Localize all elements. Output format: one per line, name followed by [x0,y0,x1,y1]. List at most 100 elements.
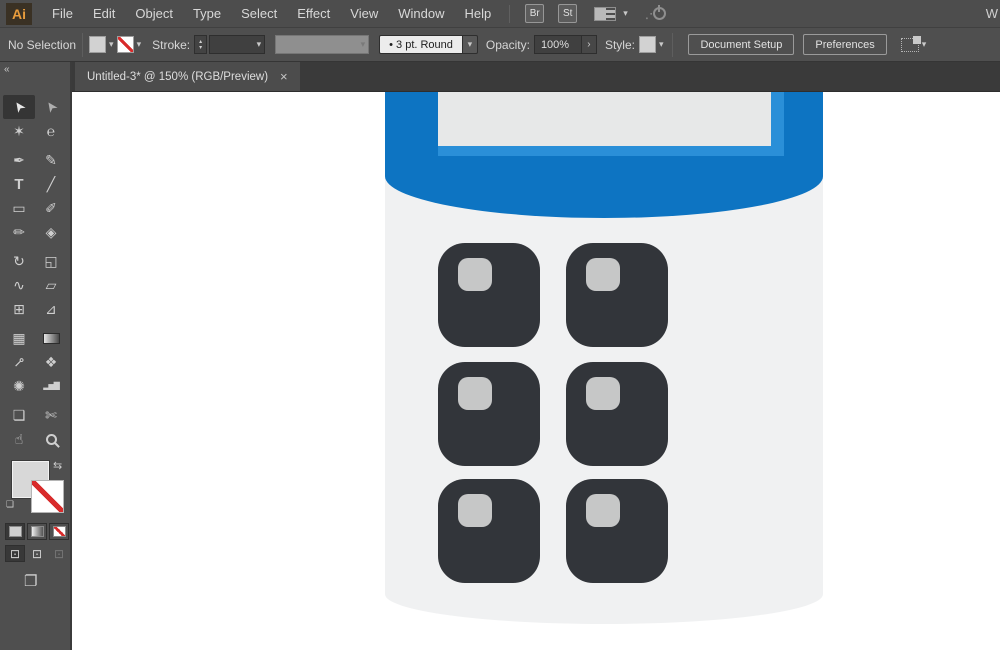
keypad-button[interactable] [438,479,540,583]
rotate-tool[interactable]: ↻ [3,249,35,273]
curvature-tool[interactable]: ✎ [35,148,67,172]
scale-tool[interactable]: ◱ [35,249,67,273]
keypad-button[interactable] [566,243,668,347]
fill-chevron-icon[interactable]: ▾ [106,39,117,50]
lasso-tool[interactable]: ℮ [35,119,67,143]
keypad-button-dot[interactable] [458,377,492,410]
menu-view[interactable]: View [340,0,388,28]
gradient-tool[interactable] [35,326,67,350]
chevron-down-icon[interactable]: ▾ [254,39,265,50]
rotate-icon: ↻ [13,253,25,269]
type-tool[interactable]: T [3,172,35,196]
brush-chevron-button[interactable]: ▾ [462,35,478,54]
close-icon[interactable]: × [280,69,288,84]
preferences-button[interactable]: Preferences [803,34,887,55]
gradient-button[interactable] [27,523,47,540]
menu-edit[interactable]: Edit [83,0,125,28]
brush-definition-dropdown[interactable]: • 3 pt. Round [379,35,463,54]
document-tab-title: Untitled-3* @ 150% (RGB/Preview) [87,70,269,83]
default-fill-stroke-icon[interactable]: ❏ [6,499,14,510]
align-panel-icon[interactable] [900,35,921,52]
keypad-button-dot[interactable] [586,494,620,527]
collapse-panel-icon[interactable]: « [4,64,10,75]
fill-color-swatch[interactable] [89,36,107,53]
selection-status: No Selection [8,37,77,52]
selection-tool[interactable]: ➤ [3,95,35,119]
menu-help[interactable]: Help [454,0,501,28]
artboard-tool[interactable]: ❏ [3,403,35,427]
opacity-input[interactable]: 100% [533,35,582,54]
zoom-tool[interactable] [35,427,67,451]
keypad-button-dot[interactable] [586,377,620,410]
width-profile-dropdown[interactable]: ▾ [275,35,370,54]
perspective-grid-tool[interactable]: ⊿ [35,297,67,321]
document-setup-button[interactable]: Document Setup [688,34,795,55]
keypad-button-dot[interactable] [586,258,620,291]
line-tool[interactable]: ╱ [35,172,67,196]
menu-select[interactable]: Select [231,0,287,28]
direct-selection-tool[interactable]: ➤ [35,95,67,119]
pencil-tool[interactable]: ✏ [3,220,35,244]
gradient-icon [30,526,44,537]
artboard-canvas[interactable] [72,92,1000,650]
style-chevron-icon[interactable]: ▾ [656,39,667,50]
slice-tool[interactable]: ✄ [35,403,67,427]
pencil-icon: ✏ [13,224,25,240]
menu-file[interactable]: File [42,0,83,28]
graph-tool[interactable]: ▂▅▇ [35,374,67,398]
style-swatch[interactable] [638,36,656,53]
none-icon [52,526,66,537]
width-tool[interactable]: ∿ [3,273,35,297]
menu-object[interactable]: Object [125,0,183,28]
chevron-down-icon[interactable]: ▾ [620,8,631,19]
color-mode-row [0,523,70,540]
stroke-weight-dropdown[interactable]: ▾ [209,35,266,54]
draw-normal-button[interactable]: ⊡ [5,545,25,562]
symbol-sprayer-tool[interactable]: ✺ [3,374,35,398]
blend-tool[interactable]: ❖ [35,350,67,374]
magic-wand-tool[interactable]: ✶ [3,119,35,143]
stock-button[interactable]: St [558,4,578,23]
stepper-down-icon[interactable]: ▾ [199,45,202,51]
keypad-button[interactable] [566,362,668,466]
stroke-indicator-swatch[interactable] [31,480,64,513]
none-button[interactable] [49,523,69,540]
blend-icon: ❖ [44,354,58,370]
free-transform-tool[interactable]: ▱ [35,273,67,297]
pen-tool[interactable]: ✒ [3,148,35,172]
rectangle-tool[interactable]: ▭ [3,196,35,220]
shape-builder-tool[interactable]: ⊞ [3,297,35,321]
keypad-button[interactable] [566,479,668,583]
keypad-button-dot[interactable] [458,494,492,527]
line-segment-icon: ╱ [46,176,56,192]
menu-window[interactable]: Window [388,0,454,28]
menu-effect[interactable]: Effect [287,0,340,28]
stroke-label: Stroke: [152,37,191,52]
screen-mode-button[interactable]: ❐ [24,572,70,590]
document-tab[interactable]: Untitled-3* @ 150% (RGB/Preview) × [75,62,300,91]
toolbar-header: « [0,62,72,92]
keypad-button-dot[interactable] [458,258,492,291]
hand-tool[interactable]: ☝ [3,427,35,451]
paintbrush-tool[interactable]: ✐ [35,196,67,220]
solid-color-icon [8,526,22,537]
stroke-chevron-icon[interactable]: ▾ [134,39,145,50]
keypad-button[interactable] [438,243,540,347]
color-button[interactable] [5,523,25,540]
phone-body-shape[interactable] [385,92,823,624]
menubar-divider [509,4,511,23]
workspace-icon[interactable] [594,6,617,21]
bridge-button[interactable]: Br [525,4,545,23]
opacity-more-button[interactable]: › [581,35,597,54]
stroke-color-swatch[interactable] [116,36,134,53]
draw-behind-button[interactable]: ⊡ [27,545,47,562]
eraser-tool[interactable]: ◈ [35,220,67,244]
keypad-button[interactable] [438,362,540,466]
eyedropper-tool[interactable]: ⊸ [3,350,35,374]
mesh-tool[interactable]: ▦ [3,326,35,350]
tab-row: « Untitled-3* @ 150% (RGB/Preview) × [0,62,1000,92]
swap-fill-stroke-icon[interactable]: ⇆ [53,459,62,472]
screen-shape[interactable] [438,92,771,146]
stroke-weight-stepper[interactable]: ▴ ▾ [194,35,208,54]
menu-type[interactable]: Type [183,0,231,28]
